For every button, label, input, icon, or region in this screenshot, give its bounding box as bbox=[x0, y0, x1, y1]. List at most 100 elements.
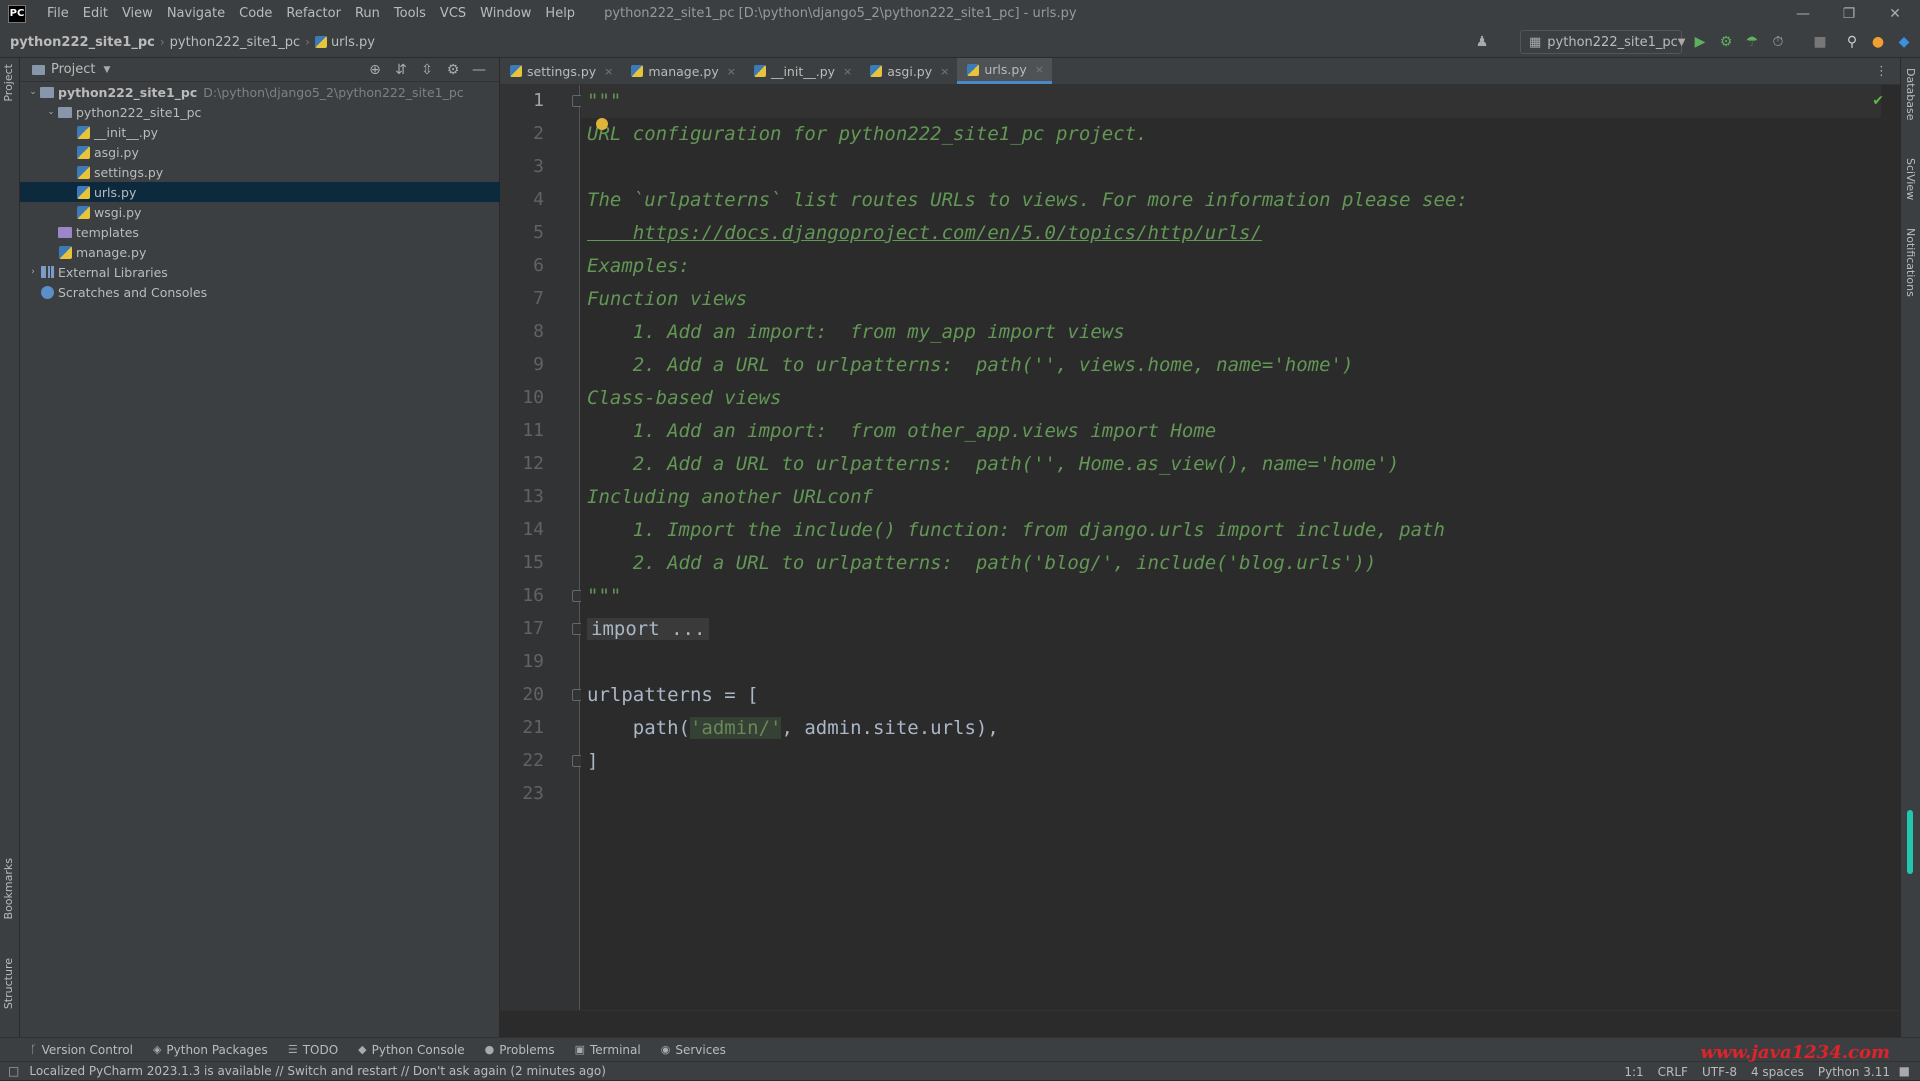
restore-icon[interactable]: ❐ bbox=[1826, 0, 1872, 27]
breadcrumb-package[interactable]: python222_site1_pc bbox=[165, 35, 305, 50]
tool-window-button[interactable]: ◆ Python Console bbox=[348, 1043, 475, 1057]
menu-vcs[interactable]: VCS bbox=[433, 0, 473, 27]
update-icon[interactable]: ● bbox=[1868, 32, 1888, 52]
python-interpreter[interactable]: Python 3.11 bbox=[1818, 1065, 1890, 1079]
tree-item[interactable]: __init__.py bbox=[20, 122, 500, 142]
tree-item[interactable]: Scratches and Consoles bbox=[20, 282, 500, 302]
debug-icon[interactable]: ⚙ bbox=[1716, 32, 1736, 52]
lock-icon[interactable]: ■ bbox=[1899, 1064, 1910, 1078]
status-toggle-icon[interactable]: □ bbox=[8, 1064, 19, 1078]
run-icon[interactable]: ▶ bbox=[1690, 32, 1710, 52]
tool-tab-notifications[interactable]: Notifications bbox=[1904, 228, 1917, 297]
menu-navigate[interactable]: Navigate bbox=[160, 0, 232, 27]
indent-setting[interactable]: 4 spaces bbox=[1751, 1065, 1804, 1079]
collapse-all-icon[interactable]: ⇳ bbox=[418, 61, 436, 79]
stop-icon[interactable]: ■ bbox=[1810, 32, 1830, 52]
close-tab-icon[interactable]: × bbox=[604, 65, 613, 78]
minimize-icon[interactable]: — bbox=[1780, 0, 1826, 27]
menu-file[interactable]: File bbox=[40, 0, 76, 27]
tool-tab-database[interactable]: Database bbox=[1904, 68, 1917, 121]
code-text: Function views bbox=[587, 288, 748, 310]
line-number: 2 bbox=[533, 123, 544, 144]
chevron-right-icon[interactable]: › bbox=[26, 267, 40, 277]
hide-panel-icon[interactable]: — bbox=[470, 61, 488, 79]
editor-tab[interactable]: manage.py × bbox=[621, 58, 744, 84]
tool-window-label: Services bbox=[675, 1042, 726, 1057]
gear-icon[interactable]: ⚙ bbox=[444, 61, 462, 79]
tree-item[interactable]: ⌄ python222_site1_pc bbox=[20, 102, 500, 122]
tool-window-button[interactable]: ᚴ Version Control bbox=[0, 1043, 143, 1057]
locate-file-icon[interactable]: ⊕ bbox=[366, 61, 384, 79]
library-icon bbox=[40, 265, 54, 279]
tool-window-button[interactable]: ☰ TODO bbox=[278, 1043, 348, 1057]
tree-item[interactable]: wsgi.py bbox=[20, 202, 500, 222]
folder-icon bbox=[40, 85, 54, 99]
lightbulb-icon[interactable] bbox=[596, 118, 608, 130]
tree-item[interactable]: urls.py bbox=[20, 182, 500, 202]
menu-view[interactable]: View bbox=[115, 0, 160, 27]
menu-code[interactable]: Code bbox=[232, 0, 279, 27]
docs-link[interactable]: https://docs.djangoproject.com/en/5.0/to… bbox=[587, 222, 1262, 244]
search-icon[interactable]: ⚲ bbox=[1842, 32, 1862, 52]
tool-window-button[interactable]: ▣ Terminal bbox=[565, 1043, 651, 1057]
menu-help[interactable]: Help bbox=[538, 0, 582, 27]
breadcrumb-file[interactable]: urls.py bbox=[310, 35, 380, 50]
profile-icon[interactable]: ⏱ bbox=[1768, 32, 1788, 52]
line-number: 20 bbox=[522, 684, 544, 705]
python-icon: ◆ bbox=[358, 1043, 367, 1056]
close-tab-icon[interactable]: × bbox=[843, 65, 852, 78]
chevron-down-icon[interactable]: ⌄ bbox=[26, 87, 40, 97]
chevron-down-icon[interactable]: ⌄ bbox=[44, 107, 58, 117]
editor-tab[interactable]: settings.py × bbox=[500, 58, 621, 84]
project-view-select[interactable]: Project bbox=[51, 62, 95, 77]
editor-scrollbar[interactable] bbox=[1907, 810, 1913, 874]
coverage-icon[interactable]: ☂ bbox=[1742, 32, 1762, 52]
chevron-down-icon[interactable]: ▼ bbox=[103, 65, 110, 75]
close-tab-icon[interactable]: × bbox=[940, 65, 949, 78]
close-window-icon[interactable]: ✕ bbox=[1872, 0, 1918, 27]
plugin-icon[interactable]: ◆ bbox=[1894, 32, 1914, 52]
code-text: Class-based views bbox=[587, 387, 782, 409]
file-encoding[interactable]: UTF-8 bbox=[1702, 1065, 1737, 1079]
tool-window-button[interactable]: ◉ Services bbox=[651, 1043, 736, 1057]
tree-item[interactable]: › External Libraries bbox=[20, 262, 500, 282]
code-text: URL configuration for python222_site1_pc… bbox=[587, 123, 1148, 145]
menu-refactor[interactable]: Refactor bbox=[279, 0, 348, 27]
run-configuration-select[interactable]: ▦ python222_site1_pc ▼ bbox=[1520, 30, 1685, 54]
tool-window-button[interactable]: ● Problems bbox=[475, 1043, 565, 1057]
folded-imports[interactable]: import ... bbox=[587, 618, 710, 640]
menu-tools[interactable]: Tools bbox=[387, 0, 433, 27]
tree-item-label: python222_site1_pc bbox=[76, 104, 202, 120]
tool-tab-bookmarks[interactable]: Bookmarks bbox=[2, 858, 15, 919]
editor-tab[interactable]: __init__.py × bbox=[744, 58, 860, 84]
close-tab-icon[interactable]: × bbox=[727, 65, 736, 78]
line-number: 14 bbox=[522, 519, 544, 540]
menu-edit[interactable]: Edit bbox=[76, 0, 115, 27]
tree-item[interactable]: settings.py bbox=[20, 162, 500, 182]
menu-window[interactable]: Window bbox=[473, 0, 538, 27]
tabs-menu-icon[interactable]: ⋮ bbox=[1863, 58, 1900, 84]
close-tab-icon[interactable]: × bbox=[1035, 63, 1044, 76]
tool-window-button[interactable]: ◈ Python Packages bbox=[143, 1043, 278, 1057]
tool-tab-project[interactable]: Project bbox=[2, 64, 15, 102]
tree-item[interactable]: asgi.py bbox=[20, 142, 500, 162]
tree-item[interactable]: manage.py bbox=[20, 242, 500, 262]
tool-tab-sciview[interactable]: SciView bbox=[1904, 158, 1917, 200]
editor-tab[interactable]: asgi.py × bbox=[860, 58, 957, 84]
user-account-icon[interactable]: ♟ bbox=[1472, 32, 1492, 52]
line-separator[interactable]: CRLF bbox=[1658, 1065, 1688, 1079]
status-message[interactable]: Localized PyCharm 2023.1.3 is available … bbox=[29, 1064, 606, 1078]
breadcrumb-project[interactable]: python222_site1_pc bbox=[0, 35, 160, 50]
tool-tab-structure[interactable]: Structure bbox=[2, 958, 15, 1009]
menu-run[interactable]: Run bbox=[348, 0, 387, 27]
caret-position[interactable]: 1:1 bbox=[1624, 1065, 1643, 1079]
right-tool-strip: Database SciView Notifications bbox=[1900, 58, 1920, 1048]
expand-all-icon[interactable]: ⇵ bbox=[392, 61, 410, 79]
code-line: Class-based views bbox=[587, 387, 781, 409]
tree-item[interactable]: ⌄ python222_site1_pc D:\python\django5_2\p… bbox=[20, 82, 500, 102]
editor-tab[interactable]: urls.py × bbox=[957, 58, 1052, 84]
no-problems-check-icon[interactable]: ✔ bbox=[1872, 93, 1884, 109]
line-number: 23 bbox=[522, 783, 544, 804]
code-editor[interactable]: """ URL configuration for python222_site1… bbox=[581, 85, 1900, 1010]
tree-item[interactable]: templates bbox=[20, 222, 500, 242]
